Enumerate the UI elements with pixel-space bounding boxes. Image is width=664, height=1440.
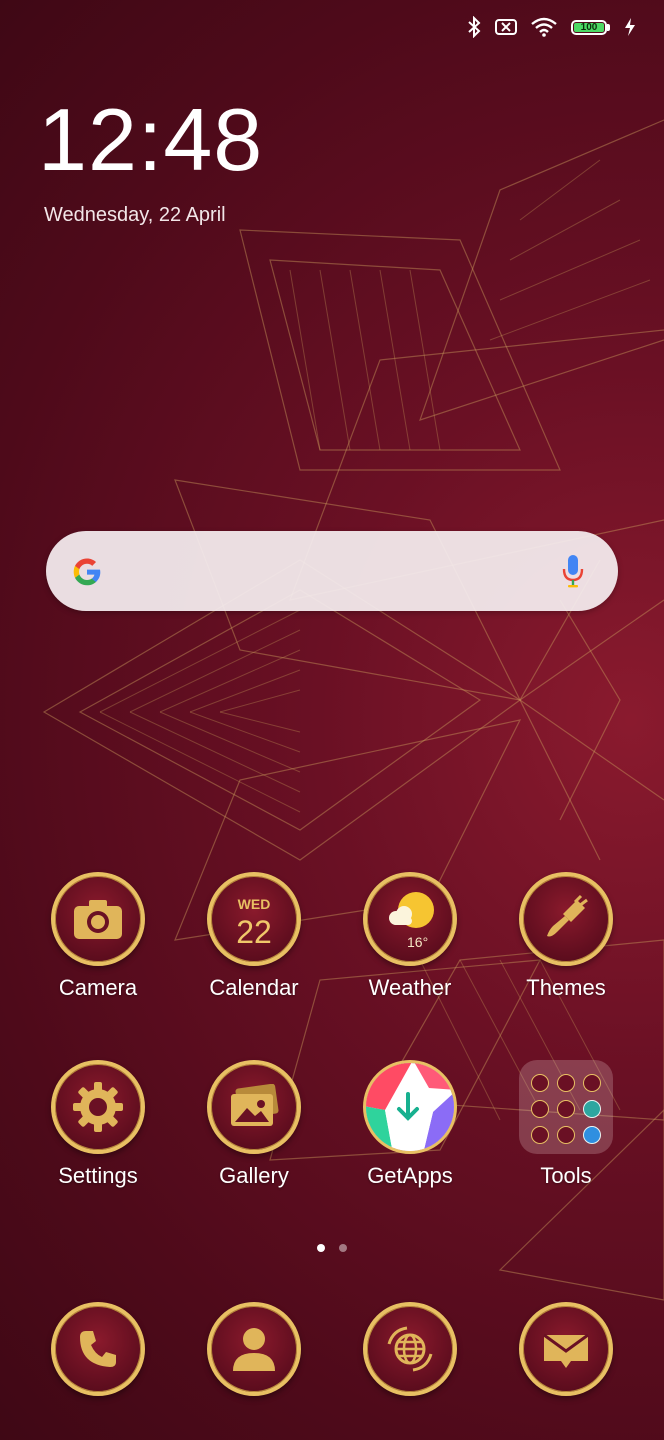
app-themes[interactable]: Themes: [491, 872, 641, 1001]
google-g-icon: [73, 558, 101, 586]
page-dot: [339, 1244, 347, 1252]
dock-contacts[interactable]: [179, 1302, 329, 1396]
phone-icon: [80, 1331, 116, 1367]
battery-icon: 100: [571, 19, 610, 35]
gear-icon: [73, 1082, 123, 1132]
app-camera[interactable]: Camera: [23, 872, 173, 1001]
app-label: Themes: [526, 975, 606, 1000]
calendar-day: 22: [236, 914, 272, 950]
page-indicator: [0, 1244, 664, 1252]
mic-icon[interactable]: [562, 553, 584, 589]
messages-icon: [543, 1333, 589, 1368]
wifi-icon: [531, 17, 557, 37]
app-label: Tools: [540, 1163, 592, 1188]
clock-date[interactable]: Wednesday, 22 April: [44, 204, 226, 227]
google-search-bar[interactable]: [46, 531, 618, 611]
app-label: Calendar: [209, 975, 299, 1000]
app-weather[interactable]: 16° Weather: [335, 872, 485, 1001]
folder-tools[interactable]: Tools: [491, 1060, 641, 1189]
no-sim-icon: [495, 19, 517, 35]
weather-temp: 16°: [407, 934, 429, 950]
app-label: Weather: [368, 975, 452, 1000]
app-gallery[interactable]: Gallery: [179, 1060, 329, 1189]
bluetooth-icon: [468, 16, 481, 38]
app-label: GetApps: [367, 1163, 453, 1188]
app-calendar[interactable]: WED 22 Calendar: [179, 872, 329, 1001]
dock-browser[interactable]: [335, 1302, 485, 1396]
contacts-icon: [233, 1328, 275, 1371]
calendar-icon: WED 22: [207, 872, 301, 966]
battery-level: 100: [574, 22, 604, 33]
gallery-icon: [231, 1084, 279, 1126]
dock-phone[interactable]: [23, 1302, 173, 1396]
folder-icon: [519, 1060, 613, 1154]
getapps-icon: [366, 1063, 454, 1151]
browser-icon: [387, 1326, 433, 1372]
paintbrush-icon: [547, 894, 588, 937]
charging-icon: [625, 18, 635, 36]
dock-messages[interactable]: [491, 1302, 641, 1396]
app-getapps[interactable]: GetApps: [335, 1060, 485, 1189]
page-dot-active: [317, 1244, 325, 1252]
clock-time[interactable]: 12:48: [38, 96, 263, 184]
camera-icon: [74, 900, 122, 939]
app-label: Gallery: [219, 1163, 289, 1188]
calendar-weekday: WED: [237, 896, 271, 912]
app-settings[interactable]: Settings: [23, 1060, 173, 1189]
status-bar: 100: [467, 16, 636, 38]
app-label: Settings: [58, 1163, 138, 1188]
app-label: Camera: [58, 975, 138, 1000]
